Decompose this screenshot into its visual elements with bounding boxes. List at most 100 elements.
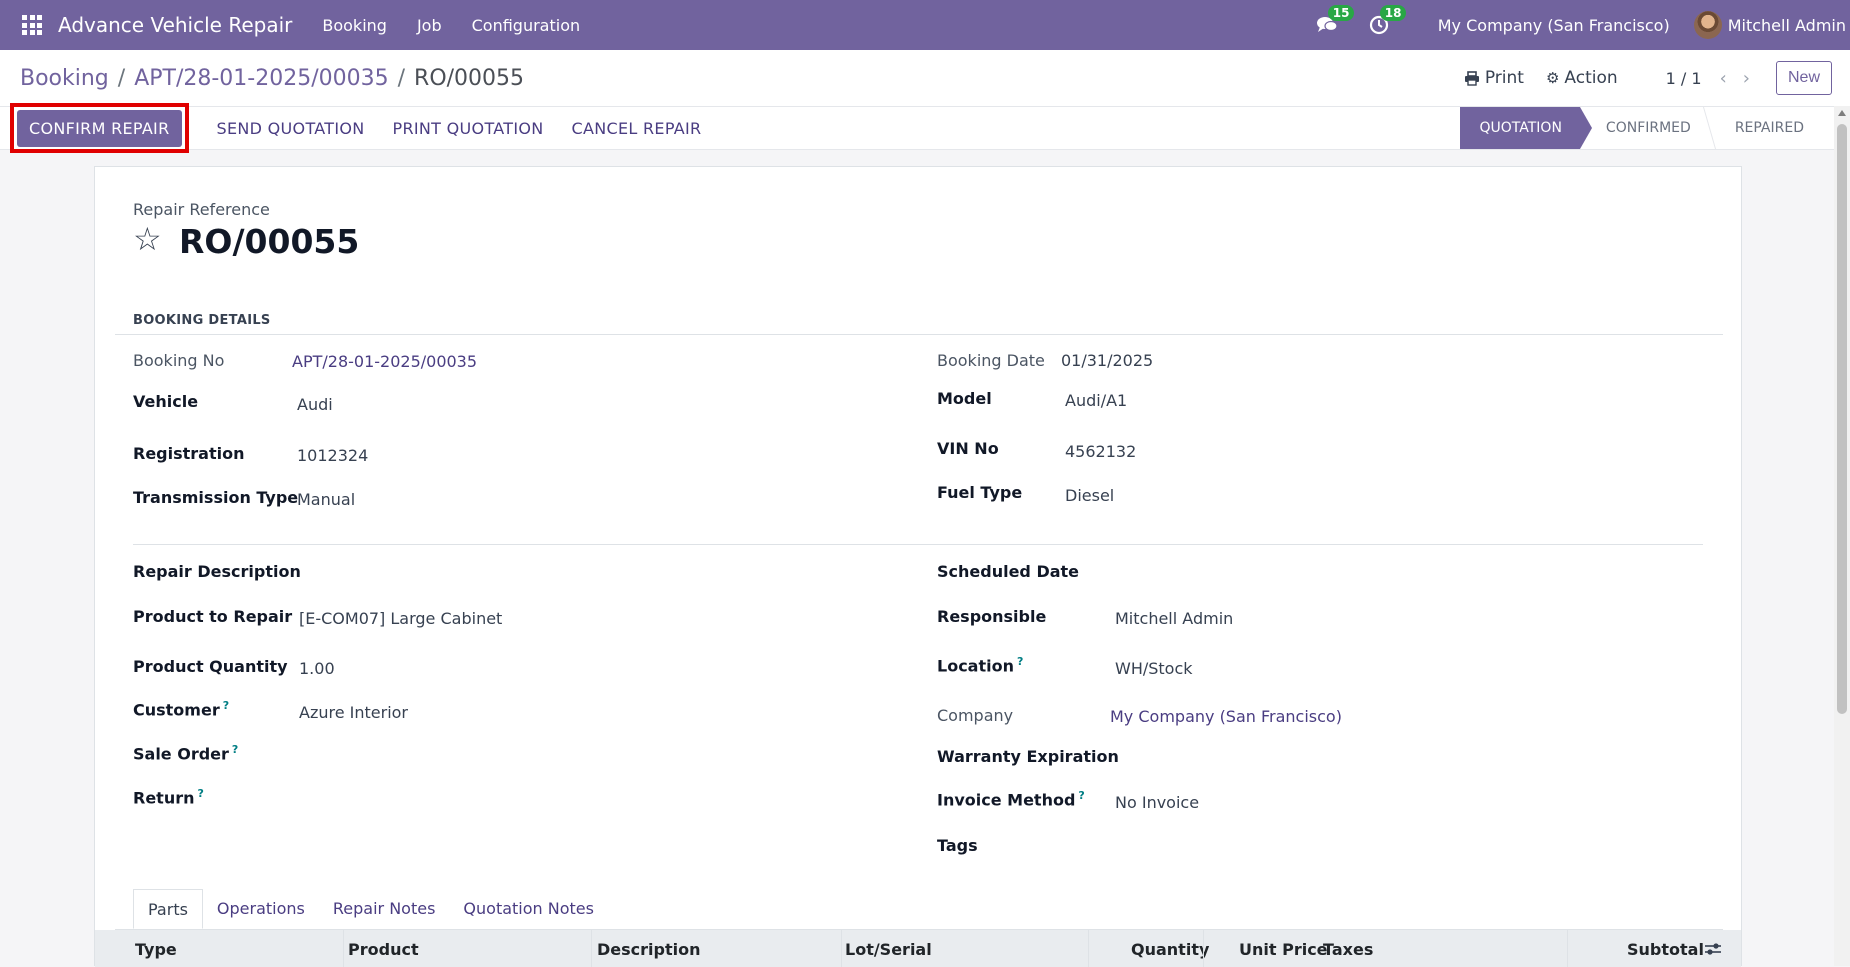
column-header-type[interactable]: Type [135, 940, 177, 959]
tab-quotation-notes[interactable]: Quotation Notes [449, 889, 608, 929]
customer-label: Customer? [133, 699, 230, 720]
scroll-up-arrow-icon[interactable] [1838, 110, 1846, 116]
registration-label: Registration [133, 444, 245, 463]
repair-description-label: Repair Description [133, 562, 301, 581]
product-to-repair-value[interactable]: [E-COM07] Large Cabinet [299, 609, 502, 628]
return-label: Return? [133, 787, 204, 808]
column-separator[interactable] [1203, 930, 1204, 967]
booking-no-label: Booking No [133, 351, 225, 370]
apps-menu-icon[interactable] [20, 13, 44, 37]
section-divider [115, 334, 1723, 335]
invoice-method-value[interactable]: No Invoice [1115, 793, 1199, 812]
column-header-quantity[interactable]: Quantity [1131, 940, 1209, 959]
location-value[interactable]: WH/Stock [1115, 659, 1193, 678]
responsible-value[interactable]: Mitchell Admin [1115, 609, 1233, 628]
booking-date-value[interactable]: 01/31/2025 [1061, 351, 1153, 370]
column-header-subtotal[interactable]: Subtotal [1627, 940, 1704, 959]
company-link[interactable]: My Company (San Francisco) [1110, 707, 1342, 726]
scroll-thumb[interactable] [1837, 124, 1847, 714]
action-menu-button[interactable]: ⚙ Action [1546, 68, 1618, 88]
messages-button[interactable]: 15 [1314, 5, 1355, 38]
model-label: Model [937, 389, 992, 408]
form-sheet: Repair Reference ☆ RO/00055 BOOKING DETA… [94, 166, 1742, 967]
scrollbar[interactable] [1834, 106, 1850, 966]
column-separator[interactable] [841, 930, 842, 967]
scheduled-date-label: Scheduled Date [937, 562, 1080, 581]
vin-no-value[interactable]: 4562132 [1065, 442, 1136, 461]
column-header-taxes[interactable]: Taxes [1323, 940, 1373, 959]
notebook-tabs: Parts Operations Repair Notes Quotation … [133, 889, 608, 929]
stage-pipeline: QUOTATION CONFIRMED REPAIRED [1459, 107, 1823, 149]
help-tooltip-icon[interactable]: ? [198, 787, 204, 800]
customer-value[interactable]: Azure Interior [299, 703, 408, 722]
transmission-type-value[interactable]: Manual [297, 490, 355, 509]
user-menu[interactable]: Mitchell Admin [1693, 11, 1846, 39]
breadcrumb-appointment[interactable]: APT/28-01-2025/00035 [134, 66, 388, 91]
print-label: Print [1484, 68, 1524, 88]
send-quotation-button[interactable]: SEND QUOTATION [217, 119, 365, 138]
column-separator[interactable] [591, 930, 592, 967]
column-header-description[interactable]: Description [597, 940, 700, 959]
pager-value[interactable]: 1 / 1 [1666, 69, 1702, 88]
print-menu-button[interactable]: Print [1464, 68, 1524, 88]
booking-date-label: Booking Date [937, 351, 1045, 370]
confirm-repair-button[interactable]: CONFIRM REPAIR [17, 109, 182, 147]
model-value[interactable]: Audi/A1 [1065, 391, 1127, 410]
product-quantity-value[interactable]: 1.00 [299, 659, 335, 678]
new-button[interactable]: New [1775, 61, 1832, 95]
column-header-unit-price[interactable]: Unit Price [1239, 940, 1328, 959]
stage-repaired[interactable]: REPAIRED [1709, 107, 1822, 149]
top-navbar: Advance Vehicle Repair Booking Job Confi… [0, 0, 1850, 50]
menu-job[interactable]: Job [417, 16, 442, 35]
vin-no-label: VIN No [937, 439, 999, 458]
chevron-right-icon[interactable]: › [1743, 68, 1750, 89]
tab-repair-notes[interactable]: Repair Notes [319, 889, 450, 929]
activities-button[interactable]: 18 [1366, 5, 1407, 38]
company-switcher[interactable]: My Company (San Francisco) [1438, 16, 1670, 35]
transmission-type-label: Transmission Type [133, 488, 299, 507]
column-separator[interactable] [1088, 930, 1089, 967]
column-separator[interactable] [1567, 930, 1568, 967]
app-name[interactable]: Advance Vehicle Repair [58, 13, 292, 37]
stage-confirmed[interactable]: CONFIRMED [1580, 107, 1709, 149]
breadcrumb-separator: / [117, 65, 126, 91]
control-panel: Booking / APT/28-01-2025/00035 / RO/0005… [0, 50, 1850, 106]
help-tooltip-icon[interactable]: ? [232, 743, 238, 756]
menu-booking[interactable]: Booking [322, 16, 387, 35]
help-tooltip-icon[interactable]: ? [1078, 789, 1084, 802]
tags-label: Tags [937, 836, 978, 855]
print-quotation-button[interactable]: PRINT QUOTATION [393, 119, 544, 138]
vehicle-label: Vehicle [133, 392, 199, 411]
star-icon[interactable]: ☆ [133, 223, 162, 255]
optional-columns-toggle-icon[interactable] [1704, 941, 1722, 957]
registration-value[interactable]: 1012324 [297, 446, 368, 465]
sale-order-label: Sale Order? [133, 743, 239, 764]
column-header-product[interactable]: Product [348, 940, 419, 959]
help-tooltip-icon[interactable]: ? [223, 699, 229, 712]
printer-icon [1464, 70, 1479, 86]
stage-quotation[interactable]: QUOTATION [1459, 107, 1593, 149]
column-separator[interactable] [343, 930, 344, 967]
column-header-lot-serial[interactable]: Lot/Serial [845, 940, 932, 959]
tab-parts[interactable]: Parts [133, 889, 203, 929]
menu-configuration[interactable]: Configuration [472, 16, 581, 35]
breadcrumb-booking[interactable]: Booking [20, 66, 109, 91]
status-bar: CONFIRM REPAIR SEND QUOTATION PRINT QUOT… [0, 103, 1850, 153]
chevron-left-icon[interactable]: ‹ [1720, 68, 1727, 89]
tab-operations[interactable]: Operations [203, 889, 319, 929]
booking-no-link[interactable]: APT/28-01-2025/00035 [292, 352, 477, 371]
cancel-repair-button[interactable]: CANCEL REPAIR [572, 119, 702, 138]
gear-icon: ⚙ [1545, 69, 1560, 87]
action-label: Action [1564, 68, 1618, 88]
company-label: Company [937, 706, 1014, 725]
warranty-expiration-label: Warranty Expiration [937, 747, 1119, 766]
location-label: Location? [937, 655, 1024, 676]
activities-count-badge: 18 [1379, 5, 1407, 21]
vehicle-value[interactable]: Audi [297, 395, 333, 414]
fuel-type-value[interactable]: Diesel [1065, 486, 1114, 505]
confirm-highlight: CONFIRM REPAIR [10, 103, 189, 153]
breadcrumb-current: RO/00055 [414, 65, 525, 91]
messages-count-badge: 15 [1327, 5, 1355, 21]
repair-reference-value: RO/00055 [179, 222, 360, 261]
help-tooltip-icon[interactable]: ? [1017, 655, 1023, 668]
